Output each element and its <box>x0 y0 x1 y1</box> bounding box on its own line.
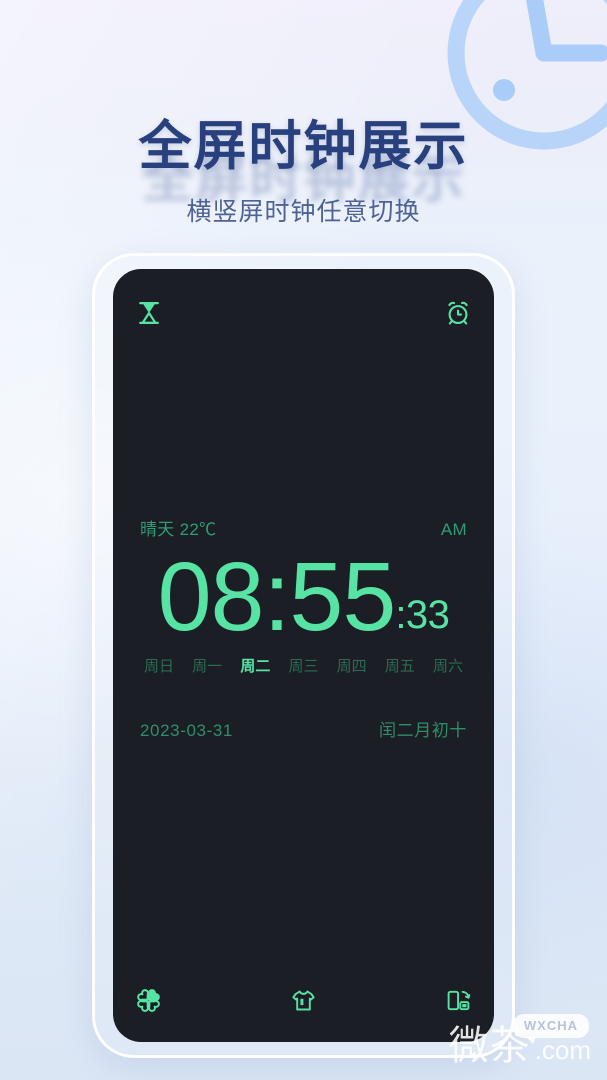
tshirt-icon[interactable] <box>290 987 317 1014</box>
page-subtitle: 横竖屏时钟任意切换 <box>186 198 421 226</box>
time-main: 08:55 <box>157 542 397 651</box>
weekday-tue: 周二 <box>240 658 271 676</box>
headline-group: 全屏时钟展示 全屏时钟展示 <box>0 104 607 209</box>
gregorian-date: 2023-03-31 <box>140 721 233 741</box>
time-seconds: :33 <box>395 593 450 638</box>
page-title: 全屏时钟展示 <box>138 117 469 176</box>
weekday-sat: 周六 <box>432 658 463 676</box>
date-row: 2023-03-31 闰二月初十 <box>140 716 467 741</box>
alarm-clock-icon[interactable] <box>444 299 472 327</box>
screen-topbar <box>113 293 494 333</box>
promo-page: 全屏时钟展示 全屏时钟展示 横竖屏时钟任意切换 晴天 22℃ AM 08:55 … <box>0 0 607 1080</box>
rotate-screen-icon[interactable] <box>445 987 472 1014</box>
weekday-sun: 周日 <box>144 658 175 676</box>
weekday-fri: 周五 <box>384 658 415 676</box>
clock-meta-row: 晴天 22℃ AM <box>140 515 467 540</box>
clover-icon[interactable] <box>135 987 162 1014</box>
clock-display: 晴天 22℃ AM 08:55 :33 周日 周一 周二 周三 周四 周五 周六… <box>113 515 494 741</box>
hourglass-icon[interactable] <box>135 299 163 327</box>
watermark-badge: WXCHA <box>512 1014 589 1044</box>
weekday-mon: 周一 <box>192 658 223 676</box>
meridiem-label: AM <box>440 520 467 539</box>
watermark-domain: .com <box>534 1034 591 1065</box>
time-row[interactable]: 08:55 :33 <box>140 542 467 651</box>
lunar-date: 闰二月初十 <box>379 721 467 741</box>
screen-bottombar <box>113 987 494 1014</box>
weekday-row: 周日 周一 周二 周三 周四 周五 周六 <box>140 655 467 676</box>
weekday-thu: 周四 <box>336 658 367 676</box>
weather-label: 晴天 22℃ <box>140 520 217 539</box>
phone-screen: 晴天 22℃ AM 08:55 :33 周日 周一 周二 周三 周四 周五 周六… <box>113 269 494 1042</box>
weekday-wed: 周三 <box>288 658 319 676</box>
